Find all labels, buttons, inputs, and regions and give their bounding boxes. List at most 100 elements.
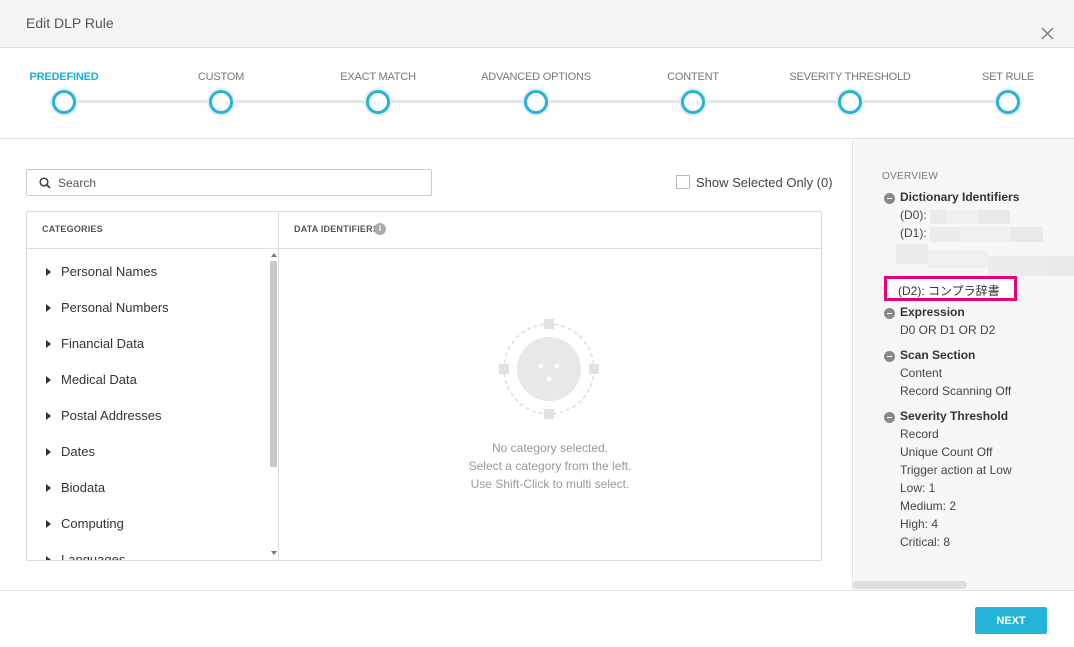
close-icon	[1041, 27, 1054, 40]
expand-triangle-icon	[46, 412, 51, 420]
search-icon	[39, 177, 51, 189]
step-circle	[522, 88, 550, 116]
expression-heading[interactable]: Expression	[884, 305, 995, 323]
category-label: Financial Data	[61, 336, 145, 351]
severity-line: Medium: 2	[900, 499, 957, 513]
step-predefined[interactable]: PREDEFINED	[0, 71, 144, 116]
redacted-block	[1048, 256, 1074, 276]
scan-section-heading[interactable]: Scan Section	[884, 348, 1011, 366]
category-label: Personal Names	[61, 264, 158, 279]
step-circle	[207, 88, 235, 116]
step-label: PREDEFINED	[29, 71, 99, 83]
step-circle	[836, 88, 864, 116]
expand-triangle-icon	[46, 484, 51, 492]
category-computing[interactable]: Computing	[27, 511, 267, 539]
step-label: CUSTOM	[197, 71, 245, 83]
scan-section-line: Content	[900, 366, 943, 380]
severity-line: High: 4	[900, 517, 939, 531]
show-selected-checkbox[interactable]	[676, 175, 690, 189]
close-button[interactable]	[1038, 24, 1058, 44]
category-personal-names[interactable]: Personal Names	[27, 259, 267, 287]
step-severity-threshold[interactable]: SEVERITY THRESHOLD	[770, 71, 930, 116]
step-content[interactable]: CONTENT	[613, 71, 773, 116]
redacted-block	[960, 227, 1010, 242]
highlighted-dictionary-d2: (D2): コンプラ辞書	[884, 276, 1017, 301]
categories-header-label: CATEGORIES	[42, 224, 103, 234]
scrollbar-thumb[interactable]	[270, 261, 277, 467]
scroll-down-icon[interactable]	[271, 551, 277, 555]
redacted-block	[988, 256, 1048, 276]
data-identifiers-header: DATA IDENTIFIERS i	[279, 212, 821, 249]
severity-section: Severity Threshold Record Unique Count O…	[884, 409, 1012, 553]
next-button[interactable]: NEXT	[975, 607, 1047, 634]
info-icon[interactable]: i	[374, 223, 386, 235]
show-selected-label: Show Selected Only (0)	[696, 174, 833, 190]
search-input[interactable]	[58, 173, 418, 192]
category-label: Biodata	[61, 480, 106, 495]
step-label: CONTENT	[667, 71, 719, 83]
category-dates[interactable]: Dates	[27, 439, 267, 467]
overview-title: OVERVIEW	[882, 171, 939, 182]
category-label: Dates	[61, 444, 95, 459]
step-circle	[364, 88, 392, 116]
expand-triangle-icon	[46, 340, 51, 348]
scroll-up-icon[interactable]	[271, 253, 277, 257]
step-custom[interactable]: CUSTOM	[141, 71, 301, 116]
category-label: Postal Addresses	[61, 408, 162, 423]
overview-panel: OVERVIEW Dictionary Identifiers (D0): (D…	[852, 140, 1074, 590]
severity-line: Unique Count Off	[900, 445, 993, 459]
expression-section: Expression D0 OR D1 OR D2	[884, 305, 995, 341]
dictionary-heading[interactable]: Dictionary Identifiers	[884, 190, 1019, 208]
severity-heading[interactable]: Severity Threshold	[884, 409, 1012, 427]
category-postal-addresses[interactable]: Postal Addresses	[27, 403, 267, 431]
severity-line: Trigger action at Low	[900, 463, 1012, 477]
step-label: ADVANCED OPTIONS	[481, 71, 591, 83]
categories-header: CATEGORIES	[27, 212, 279, 249]
step-advanced-options[interactable]: ADVANCED OPTIONS	[456, 71, 616, 116]
expand-triangle-icon	[46, 520, 51, 528]
empty-state-text: No category selected. Select a category …	[279, 439, 821, 493]
step-circle	[50, 88, 78, 116]
expand-triangle-icon	[46, 448, 51, 456]
step-label: SEVERITY THRESHOLD	[789, 71, 911, 83]
step-label: SET RULE	[982, 71, 1034, 83]
redacted-block	[946, 210, 978, 224]
step-set-rule[interactable]: SET RULE	[928, 71, 1074, 116]
expand-triangle-icon	[46, 376, 51, 384]
category-biodata[interactable]: Biodata	[27, 475, 267, 503]
scan-section: Scan Section Content Record Scanning Off	[884, 348, 1011, 402]
scan-section-line: Record Scanning Off	[900, 384, 1012, 398]
redacted-block	[928, 250, 988, 268]
step-exact-match[interactable]: EXACT MATCH	[298, 71, 458, 116]
data-identifiers-header-label: DATA IDENTIFIERS	[294, 224, 380, 234]
severity-line: Critical: 8	[900, 535, 951, 549]
step-circle	[679, 88, 707, 116]
expand-triangle-icon	[46, 268, 51, 276]
overview-horizontal-scrollbar[interactable]	[853, 581, 967, 589]
expression-value: D0 OR D1 OR D2	[900, 323, 996, 337]
search-box	[26, 169, 432, 196]
category-financial-data[interactable]: Financial Data	[27, 331, 267, 359]
redacted-block	[1010, 227, 1043, 242]
dialog-header: Edit DLP Rule	[0, 0, 1074, 48]
category-medical-data[interactable]: Medical Data	[27, 367, 267, 395]
expand-triangle-icon	[46, 304, 51, 312]
wizard-stepper: PREDEFINED CUSTOM EXACT MATCH ADVANCED O…	[0, 49, 1074, 139]
empty-face-icon	[499, 319, 599, 419]
empty-line-3: Use Shift-Click to multi select.	[470, 477, 630, 491]
dictionary-d2: (D2): コンプラ辞書	[898, 284, 1000, 298]
redacted-block	[896, 244, 928, 264]
category-label: Computing	[61, 516, 124, 531]
redacted-block	[930, 210, 946, 224]
category-label: Medical Data	[61, 372, 137, 387]
dialog-title: Edit DLP Rule	[26, 15, 114, 31]
category-personal-numbers[interactable]: Personal Numbers	[27, 295, 267, 323]
show-selected-toggle[interactable]: Show Selected Only (0)	[676, 174, 833, 190]
data-identifiers-empty-state: No category selected. Select a category …	[279, 249, 821, 560]
category-languages[interactable]: Languages	[27, 547, 267, 560]
categories-list: Personal Names Personal Numbers Financia…	[27, 249, 279, 560]
empty-line-2: Select a category from the left.	[468, 459, 632, 473]
identifier-panel: CATEGORIES DATA IDENTIFIERS i Personal N…	[26, 211, 822, 561]
categories-scrollbar[interactable]	[268, 249, 278, 560]
expand-triangle-icon	[46, 556, 51, 560]
